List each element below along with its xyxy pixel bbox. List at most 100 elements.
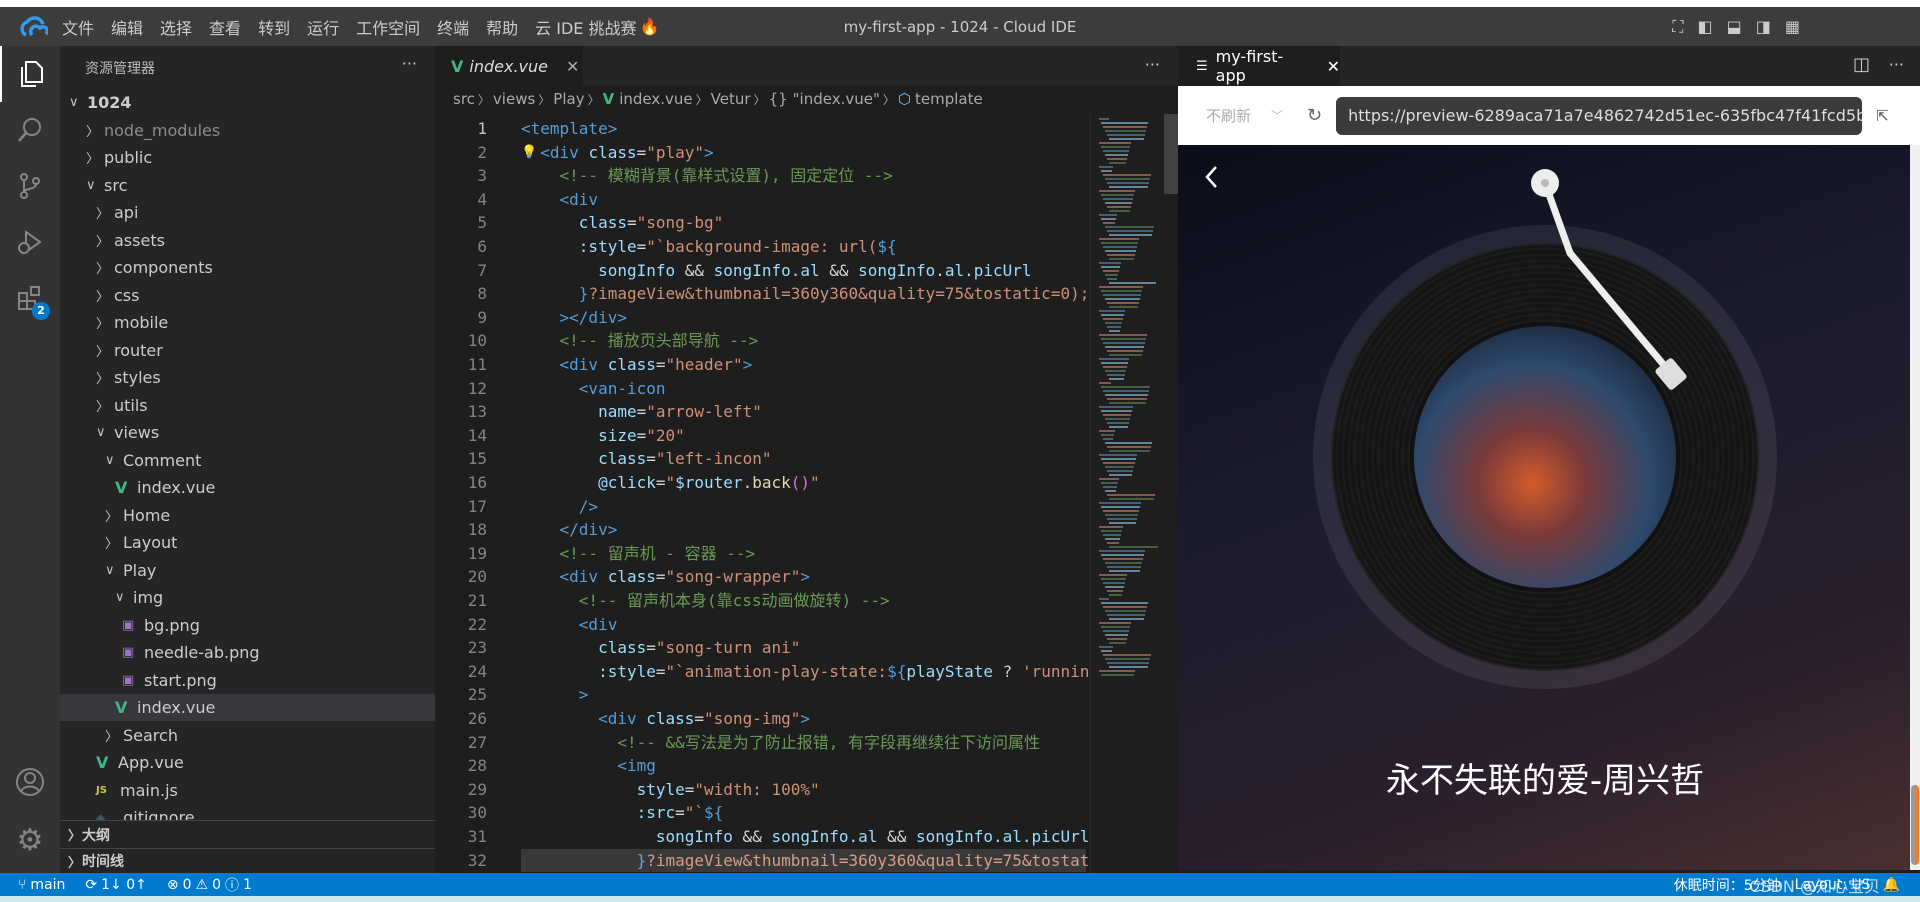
explorer-more-button[interactable]: ··· <box>402 54 417 73</box>
timeline-section[interactable]: 〉时间线 <box>60 848 435 873</box>
tree-item[interactable]: ∨ img <box>60 584 435 611</box>
breadcrumb-item[interactable]: Play <box>553 90 584 108</box>
menu-3[interactable]: 查看 <box>209 15 241 39</box>
tree-item[interactable]: ∨ Comment <box>60 447 435 474</box>
tree-item[interactable]: Vindex.vue <box>60 474 435 501</box>
sync-icon[interactable]: ⟳ <box>85 877 97 893</box>
reload-icon[interactable]: ↻ <box>1307 105 1322 126</box>
tree-item[interactable]: Vindex.vue <box>60 694 435 721</box>
menu-7[interactable]: 终端 <box>437 15 469 39</box>
tree-item[interactable]: ▣ needle-ab.png <box>60 639 435 666</box>
tree-item[interactable]: ∨ views <box>60 419 435 446</box>
tree-item[interactable]: JS main.js <box>60 777 435 804</box>
focus-mode-icon[interactable]: ⛶ <box>1672 17 1683 37</box>
menu-6[interactable]: 工作空间 <box>356 15 420 39</box>
settings-button[interactable]: ⚙ <box>0 812 60 868</box>
account-button[interactable] <box>0 754 60 810</box>
close-tab-icon[interactable]: ✕ <box>1327 57 1340 76</box>
tree-item[interactable]: 〉 Home <box>60 502 435 529</box>
tree-item[interactable]: 〉 Layout <box>60 529 435 556</box>
minimap[interactable] <box>1090 114 1178 873</box>
tree-item[interactable]: 〉 router <box>60 337 435 364</box>
preview-more-button[interactable]: ··· <box>1889 55 1904 74</box>
menu-5[interactable]: 运行 <box>307 15 339 39</box>
editor-more-button[interactable]: ··· <box>1145 55 1160 74</box>
bottom-strip <box>0 896 1920 902</box>
tree-item[interactable]: ◆ .gitignore <box>60 804 435 820</box>
tree-item[interactable]: 〉 Search <box>60 722 435 749</box>
tree-item[interactable]: ∨ 1024 <box>60 89 435 116</box>
url-input[interactable]: https://preview-6289aca71a7e4862742d51ec… <box>1336 96 1863 135</box>
branch-status[interactable]: main <box>30 877 65 893</box>
breadcrumb-item[interactable]: Vetur <box>711 90 751 108</box>
extensions-button[interactable]: 2 <box>0 270 60 326</box>
chevron-down-icon[interactable]: ﹀ <box>1271 107 1283 124</box>
minimap-line <box>1103 486 1117 488</box>
tree-item[interactable]: 〉 utils <box>60 392 435 419</box>
minimap-line <box>1103 318 1123 320</box>
line-content: <!-- 留声机本身(靠css动画做旋转) --> <box>521 589 890 613</box>
tab-preview[interactable]: ☰ my-first-app ✕ <box>1178 46 1340 86</box>
layout-icon[interactable]: ▦ <box>1785 17 1800 37</box>
tree-item[interactable]: ∨ Play <box>60 557 435 584</box>
source-control-button[interactable] <box>0 158 60 214</box>
tree-item[interactable]: ▣ start.png <box>60 667 435 694</box>
minimap-line <box>1105 154 1128 156</box>
refresh-mode-select[interactable]: 不刷新 <box>1206 105 1251 126</box>
breadcrumb-item[interactable]: src <box>453 90 475 108</box>
run-debug-button[interactable] <box>0 214 60 270</box>
line-number: 12 <box>467 378 487 398</box>
breadcrumb-item[interactable]: index.vue <box>619 90 692 108</box>
preview-scrollbar[interactable] <box>1910 145 1920 870</box>
tree-item[interactable]: 〉 assets <box>60 227 435 254</box>
lightbulb-icon[interactable]: 💡 <box>521 141 537 165</box>
tree-item[interactable]: 〉 api <box>60 199 435 226</box>
breadcrumb-item[interactable]: "index.vue" <box>793 90 880 108</box>
line-content: size="20" <box>521 424 685 448</box>
open-external-icon[interactable]: ⇱ <box>1876 107 1889 125</box>
menu-4[interactable]: 转到 <box>258 15 290 39</box>
minimap-slider[interactable] <box>1164 114 1178 194</box>
error-count[interactable]: 0 <box>183 877 192 893</box>
minimap-line <box>1105 370 1126 372</box>
bell-icon[interactable]: 🔔 <box>1883 877 1900 893</box>
explorer-button[interactable] <box>0 46 60 102</box>
tree-item[interactable]: 〉 css <box>60 282 435 309</box>
code-token: > <box>521 685 589 705</box>
tree-item[interactable]: ▣ bg.png <box>60 612 435 639</box>
branch-icon: ⑂ <box>18 876 27 893</box>
search-button[interactable] <box>0 102 60 158</box>
menu-9[interactable]: 云 IDE 挑战赛 <box>535 15 636 39</box>
chevron-down-icon: ∨ <box>105 452 115 468</box>
breadcrumb-item[interactable]: views <box>493 90 535 108</box>
tree-item[interactable]: 〉 node_modules <box>60 117 435 144</box>
tree-item[interactable]: 〉 public <box>60 144 435 171</box>
toggle-secondary-sidebar-icon[interactable]: ◨ <box>1756 17 1771 37</box>
tree-item-label: 1024 <box>87 93 132 112</box>
code-token: style <box>521 779 685 799</box>
minimap-line <box>1101 578 1126 580</box>
back-arrow-icon[interactable] <box>1202 163 1222 191</box>
breadcrumb-item[interactable]: template <box>915 90 983 108</box>
split-editor-icon[interactable]: ◫ <box>1853 54 1870 75</box>
sync-status[interactable]: 1↓ 0↑ <box>101 877 147 893</box>
menu-8[interactable]: 帮助 <box>486 15 518 39</box>
tree-item[interactable]: ∨ src <box>60 172 435 199</box>
toggle-panel-icon[interactable]: ⬓ <box>1727 17 1742 37</box>
image-file-icon: ▣ <box>122 645 135 660</box>
code-area[interactable]: 1 <template> 2 <div class="play"> 💡 3 <!-- 模… <box>435 117 1090 873</box>
tree-item[interactable]: 〉 components <box>60 254 435 281</box>
code-line: 5 class="song-bg" <box>435 211 1090 235</box>
tree-item[interactable]: 〉 styles <box>60 364 435 391</box>
tree-item[interactable]: 〉 mobile <box>60 309 435 336</box>
warning-count[interactable]: 0 <box>212 877 221 893</box>
close-tab-icon[interactable]: ✕ <box>566 57 579 76</box>
tree-item[interactable]: V App.vue <box>60 749 435 776</box>
info-count[interactable]: 1 <box>243 877 252 893</box>
tab-index-vue[interactable]: V index.vue ✕ <box>435 46 583 86</box>
menu-2[interactable]: 选择 <box>160 15 192 39</box>
toggle-sidebar-icon[interactable]: ◧ <box>1698 17 1713 37</box>
menu-0[interactable]: 文件 <box>62 15 94 39</box>
outline-section[interactable]: 〉大纲 <box>60 820 435 848</box>
menu-1[interactable]: 编辑 <box>111 15 143 39</box>
